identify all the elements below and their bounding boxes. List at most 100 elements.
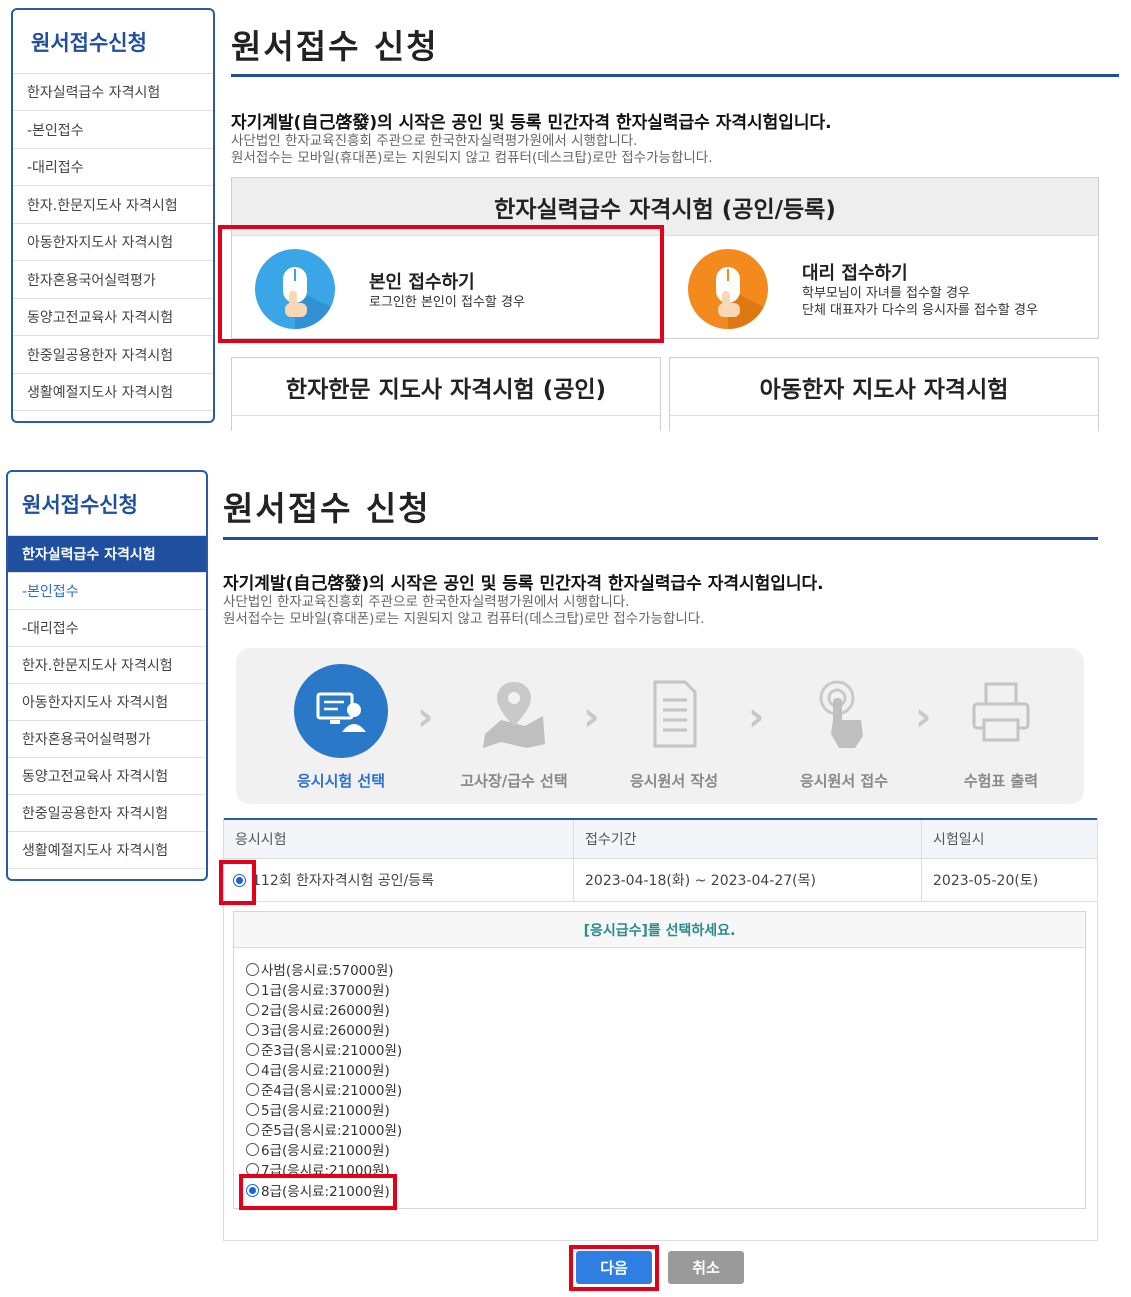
grade-option-3[interactable]: 3급(응시료:26000원) xyxy=(246,1019,390,1039)
grade-label: 준3급(응시료:21000원) xyxy=(261,1043,403,1059)
grade-option-jun4[interactable]: 준4급(응시료:21000원) xyxy=(246,1079,402,1099)
highlight-exam-radio xyxy=(219,860,256,905)
map-pin-icon xyxy=(467,664,561,758)
intro-suffix-2: )의 시작은 공인 및 등록 민간자격 한자실력급수 자격시험입니다. xyxy=(361,574,824,594)
document-icon xyxy=(627,664,721,758)
child-exam-card[interactable]: 아동한자 지도사 자격시험 xyxy=(669,357,1099,431)
sidebar-item-cjk-exam-2[interactable]: 한중일공용한자 자격시험 xyxy=(8,795,206,832)
chevron-right-icon: › xyxy=(417,694,434,740)
grade-radio[interactable] xyxy=(246,1102,259,1116)
proxy-apply-mouse-icon xyxy=(688,249,768,329)
sidebar-item-child-teacher-exam-2[interactable]: 아동한자지도사 자격시험 xyxy=(8,684,206,721)
printer-icon xyxy=(954,664,1048,758)
step-submit-form: 응시원서 접수 xyxy=(775,664,913,791)
grade-label: 4급(응시료:21000원) xyxy=(261,1063,390,1079)
proxy-apply-desc-1: 학부모님이 자녀를 접수할 경우 xyxy=(802,286,970,301)
intro-suffix: )의 시작은 공인 및 등록 민간자격 한자실력급수 자격시험입니다. xyxy=(369,113,832,133)
col-header-date: 시험일시 xyxy=(921,820,1098,859)
grade-label: 사범(응시료:57000원) xyxy=(261,963,394,979)
exam-row-outline xyxy=(1097,818,1098,1240)
intro-hanja: 自己啓發 xyxy=(301,113,370,133)
proxy-apply-title: 대리 접수하기 xyxy=(802,263,908,284)
step-label-4: 응시원서 접수 xyxy=(799,772,889,790)
step-write-form: 응시원서 작성 xyxy=(605,664,743,791)
proxy-apply-desc-2: 단체 대표자가 다수의 응시자를 접수할 경우 xyxy=(802,303,1038,318)
grade-radio[interactable] xyxy=(246,1022,259,1036)
grade-label: 준4급(응시료:21000원) xyxy=(261,1083,403,1099)
sidebar-top: 원서접수신청 한자실력급수 자격시험 -본인접수 -대리접수 한자.한문지도사 … xyxy=(11,8,215,423)
sidebar-item-proxy-apply-2[interactable]: -대리접수 xyxy=(8,610,206,647)
sidebar-item-cjk-exam[interactable]: 한중일공용한자 자격시험 xyxy=(13,336,213,374)
grade-option-sabeom[interactable]: 사범(응시료:57000원) xyxy=(246,959,394,979)
sidebar-item-child-teacher-exam[interactable]: 아동한자지도사 자격시험 xyxy=(13,224,213,261)
grade-label: 3급(응시료:26000원) xyxy=(261,1023,390,1039)
intro-line-2b: 사단법인 한자교육진흥회 주관으로 한국한자실력평가원에서 시행합니다. xyxy=(223,594,630,610)
grade-radio[interactable] xyxy=(246,1142,259,1156)
title-divider xyxy=(231,74,1119,77)
grade-radio[interactable] xyxy=(246,982,259,996)
sidebar-item-teacher-exam-2[interactable]: 한자.한문지도사 자격시험 xyxy=(8,647,206,684)
sidebar-item-korean-test[interactable]: 한자혼용국어실력평가 xyxy=(13,261,213,299)
step-label-3: 응시원서 작성 xyxy=(629,772,719,790)
sidebar-item-self-apply[interactable]: -본인접수 xyxy=(13,111,213,149)
grade-label: 준5급(응시료:21000원) xyxy=(261,1123,403,1139)
grade-option-jun5[interactable]: 준5급(응시료:21000원) xyxy=(246,1119,402,1139)
grade-radio[interactable] xyxy=(246,962,259,976)
highlight-next-button xyxy=(569,1245,659,1291)
exam-row-name[interactable]: 112회 한자자격시험 공인/등록 xyxy=(223,859,573,902)
exam-row-date: 2023-05-20(토) xyxy=(921,859,1098,902)
highlight-grade-8 xyxy=(239,1174,397,1210)
chevron-right-icon: › xyxy=(583,694,600,740)
grade-panel: [응시급수]를 선택하세요. 사범(응시료:57000원) 1급(응시료:370… xyxy=(233,911,1086,1209)
step-label-1: 응시시험 선택 xyxy=(296,772,386,790)
col-header-period: 접수기간 xyxy=(573,820,921,859)
sidebar-item-korean-test-2[interactable]: 한자혼용국어실력평가 xyxy=(8,721,206,758)
grade-radio[interactable] xyxy=(246,1042,259,1056)
chevron-right-icon: › xyxy=(748,694,765,740)
sidebar-item-teacher-exam[interactable]: 한자.한문지도사 자격시험 xyxy=(13,186,213,224)
chevron-right-icon: › xyxy=(915,694,932,740)
grade-prompt: [응시급수]를 선택하세요. xyxy=(234,912,1085,948)
grade-label: 6급(응시료:21000원) xyxy=(261,1143,390,1159)
exam-row-period: 2023-04-18(화) ~ 2023-04-27(목) xyxy=(573,859,921,902)
proxy-apply-option[interactable]: 대리 접수하기 학부모님이 자녀를 접수할 경우 단체 대표자가 다수의 응시자… xyxy=(688,248,1098,330)
sidebar-item-self-apply-2[interactable]: -본인접수 xyxy=(8,573,206,610)
title-divider-2 xyxy=(223,537,1098,540)
exam-row-outline xyxy=(223,1240,1098,1241)
sidebar-item-hanja-exam[interactable]: 한자실력급수 자격시험 xyxy=(13,74,213,111)
step-venue-select: 고사장/급수 선택 xyxy=(440,664,588,791)
grade-option-1[interactable]: 1급(응시료:37000원) xyxy=(246,979,390,999)
grade-radio[interactable] xyxy=(246,1122,259,1136)
grade-label: 5급(응시료:21000원) xyxy=(261,1103,390,1119)
grade-option-6[interactable]: 6급(응시료:21000원) xyxy=(246,1139,390,1159)
child-exam-card-header: 아동한자 지도사 자격시험 xyxy=(670,358,1098,416)
col-header-exam: 응시시험 xyxy=(223,820,573,859)
grade-radio[interactable] xyxy=(246,1082,259,1096)
step-print-ticket: 수험표 출력 xyxy=(932,664,1070,791)
sidebar-bottom: 원서접수신청 한자실력급수 자격시험 -본인접수 -대리접수 한자.한문지도사 … xyxy=(6,470,208,881)
grade-radio[interactable] xyxy=(246,1002,259,1016)
grade-option-jun3[interactable]: 준3급(응시료:21000원) xyxy=(246,1039,402,1059)
intro-line-3b: 원서접수는 모바일(휴대폰)로는 지원되지 않고 컴퓨터(데스크탑)로만 접수가… xyxy=(223,611,705,627)
grade-option-4[interactable]: 4급(응시료:21000원) xyxy=(246,1059,390,1079)
sidebar-item-proxy-apply[interactable]: -대리접수 xyxy=(13,149,213,186)
cancel-button[interactable]: 취소 xyxy=(668,1251,744,1284)
grade-radio[interactable] xyxy=(246,1062,259,1076)
exam-select-icon xyxy=(294,664,388,758)
intro-block-2: 자기계발(自己啓發)의 시작은 공인 및 등록 민간자격 한자실력급수 자격시험… xyxy=(223,569,1113,628)
teacher-exam-card[interactable]: 한자한문 지도사 자격시험 (공인) xyxy=(231,357,661,431)
sidebar-item-classics-exam[interactable]: 동양고전교육사 자격시험 xyxy=(13,299,213,336)
grade-label: 1급(응시료:37000원) xyxy=(261,983,390,999)
grade-option-2[interactable]: 2급(응시료:26000원) xyxy=(246,999,390,1019)
page-title: 원서접수 신청 xyxy=(231,27,439,66)
intro-block: 자기계발(自己啓發)의 시작은 공인 및 등록 민간자격 한자실력급수 자격시험… xyxy=(231,108,1121,167)
highlight-self-apply xyxy=(218,225,664,343)
sidebar-title-2: 원서접수신청 xyxy=(8,472,206,536)
sidebar-item-classics-exam-2[interactable]: 동양고전교육사 자격시험 xyxy=(8,758,206,795)
grade-option-5[interactable]: 5급(응시료:21000원) xyxy=(246,1099,390,1119)
sidebar-item-hanja-exam-2[interactable]: 한자실력급수 자격시험 xyxy=(8,536,206,573)
intro-hanja-2: 自己啓發 xyxy=(293,574,362,594)
sidebar-item-etiquette-exam[interactable]: 생활예절지도사 자격시험 xyxy=(13,374,213,411)
sidebar-item-etiquette-exam-2[interactable]: 생활예절지도사 자격시험 xyxy=(8,832,206,869)
intro-line-3: 원서접수는 모바일(휴대폰)로는 지원되지 않고 컴퓨터(데스크탑)로만 접수가… xyxy=(231,150,713,166)
